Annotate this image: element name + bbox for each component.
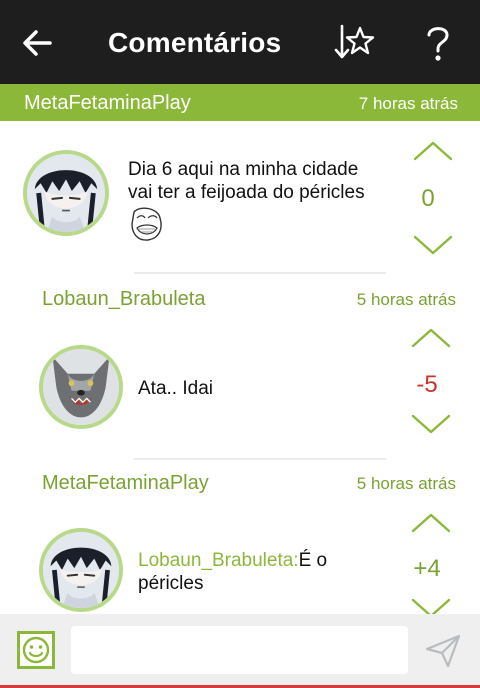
comment-composer [0,614,480,688]
help-question-icon[interactable] [420,22,456,64]
reply-score: -5 [416,371,438,398]
avatar[interactable] [23,150,109,236]
emoji-button[interactable] [17,631,55,669]
avatar[interactable] [39,528,123,612]
comment-timestamp: 7 horas atrás [358,94,458,113]
back-arrow-icon[interactable] [20,26,54,60]
comment-text-line: vai ter a feijoada do péricles [128,182,365,203]
meme-face-icon [128,206,164,242]
reply-timestamp: 5 horas atrás [356,474,456,493]
comment-author[interactable]: MetaFetaminaPlay [24,92,191,115]
reply-header: Lobaun_Brabuleta 5 horas atrás [0,282,480,318]
downvote-chevron-icon[interactable] [413,234,453,256]
upvote-chevron-icon[interactable] [413,140,453,162]
reply-text: Lobaun_Brabuleta:É o péricles [138,549,398,595]
smiley-icon [22,636,50,664]
avatar[interactable] [39,345,123,429]
send-button[interactable] [424,632,462,670]
reply-author[interactable]: MetaFetaminaPlay [42,472,209,495]
reply-score: +4 [413,555,441,582]
mention-link[interactable]: Lobaun_Brabuleta: [138,550,299,571]
upvote-chevron-icon[interactable] [411,327,451,349]
sort-star-icon[interactable] [333,22,375,64]
reply-text-line: Lobaun_Brabuleta:É o [138,549,398,572]
reply-text-fragment: É o [298,550,328,571]
comment-text-line: Dia 6 aqui na minha cidade [128,159,359,180]
comment-header: MetaFetaminaPlay 7 horas atrás [0,84,480,121]
reply-timestamp: 5 horas atrás [356,290,456,309]
anime-character-avatar-icon [43,532,119,608]
paper-plane-icon [425,634,461,668]
divider [134,458,386,460]
comment-score: 0 [421,185,435,212]
upvote-chevron-icon[interactable] [411,512,451,534]
page-title: Comentários [108,27,282,58]
comments-screen: Comentários MetaFetaminaPlay 7 horas atr… [0,0,480,688]
reply-text: Ata.. Idai [138,378,213,399]
divider [134,272,386,274]
comment-text: Dia 6 aqui na minha cidade vai ter a fei… [128,158,398,204]
top-app-bar: Comentários [0,0,480,84]
reply-text-line: péricles [138,573,204,594]
reply-author[interactable]: Lobaun_Brabuleta [42,288,205,311]
comment-input[interactable] [71,626,408,674]
wolf-avatar-icon [43,349,119,425]
downvote-chevron-icon[interactable] [411,413,451,435]
reply-header: MetaFetaminaPlay 5 horas atrás [0,466,480,502]
anime-character-avatar-icon [27,154,105,232]
